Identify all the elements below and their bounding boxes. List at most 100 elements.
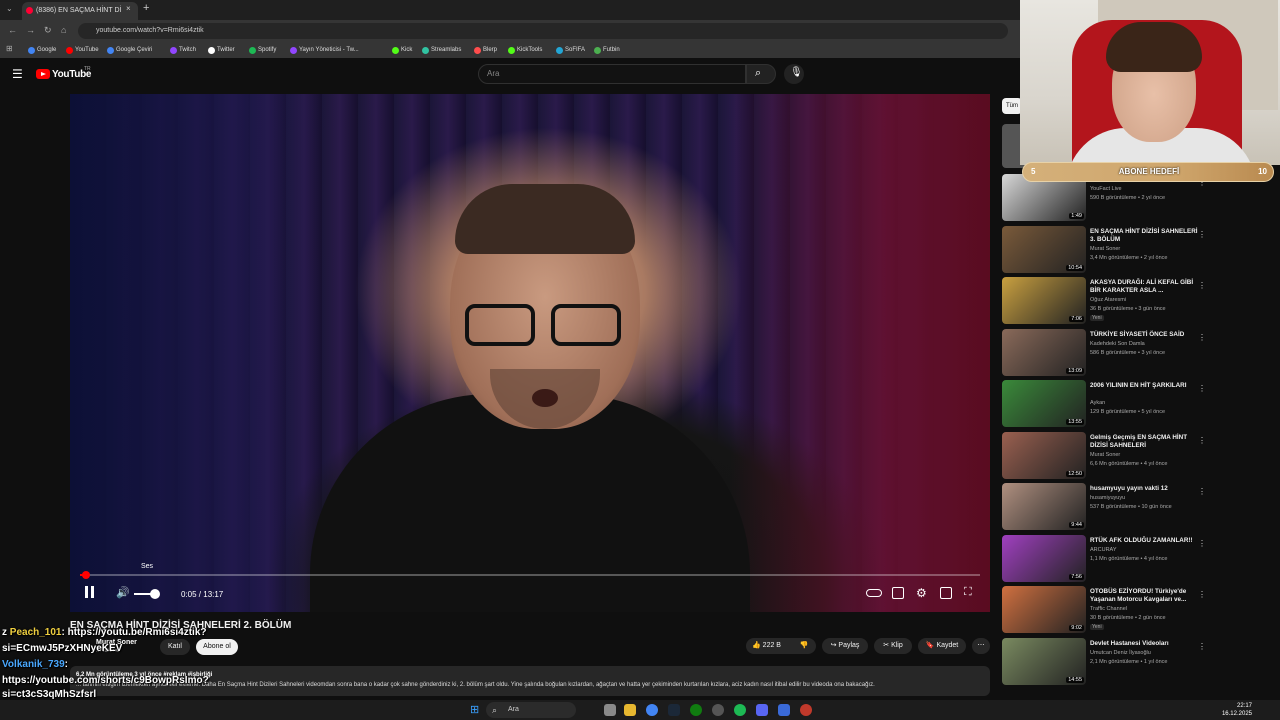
progress-bar[interactable]	[80, 571, 980, 579]
more-vert-icon[interactable]: ⋮	[1198, 230, 1206, 239]
youtube-logo-icon[interactable]	[36, 69, 50, 79]
apps-icon[interactable]: ⊞	[6, 44, 13, 53]
bookmark-item[interactable]: Google	[28, 45, 56, 55]
obs-icon[interactable]	[800, 704, 812, 716]
recommended-title[interactable]: husamyuyu yayın vakti 12	[1090, 485, 1200, 493]
settings-gear-icon[interactable]: ⚙	[916, 586, 927, 600]
video-thumbnail[interactable]: 9:02	[1002, 586, 1086, 633]
reload-icon[interactable]: ↻	[44, 25, 52, 36]
recommended-title[interactable]: AKASYA DURAĞI: ALİ KEFAL GİBİ BİR KARAKT…	[1090, 279, 1200, 295]
xbox-icon[interactable]	[690, 704, 702, 716]
forward-icon[interactable]: →	[26, 25, 35, 35]
recommended-title[interactable]: EN SAÇMA HİNT DİZİSİ SAHNELERİ 3. BÖLÜM	[1090, 228, 1200, 244]
subscribe-button[interactable]: Abone ol	[196, 639, 238, 655]
bookmark-item[interactable]: KickTools	[508, 45, 542, 55]
recommended-video[interactable]: 10:54 EN SAÇMA HİNT DİZİSİ SAHNELERİ 3. B…	[1002, 226, 1212, 276]
steam-icon[interactable]	[668, 704, 680, 716]
bookmark-item[interactable]: YouTube	[66, 45, 99, 55]
recommended-video[interactable]: 14:55 Devlet Hastanesi Videoları Umutcan D…	[1002, 638, 1212, 688]
recommended-video[interactable]: 9:02 OTOBÜS EZİYORDU! Türkiye'de Yaşanan …	[1002, 586, 1212, 636]
more-vert-icon[interactable]: ⋮	[1198, 384, 1206, 393]
dislike-button[interactable]: 👎	[792, 638, 816, 654]
recommended-channel[interactable]: Oğuz Ataresmi	[1090, 297, 1200, 303]
bookmark-item[interactable]: Twitter	[208, 45, 235, 55]
bookmark-item[interactable]: SoFIFA	[556, 45, 585, 55]
share-button[interactable]: ↪ Paylaş	[822, 638, 868, 654]
bookmark-item[interactable]: Blerp	[474, 45, 497, 55]
clip-button[interactable]: ✂ Klip	[874, 638, 912, 654]
pause-button[interactable]	[84, 586, 96, 600]
settings-app-icon[interactable]	[712, 704, 724, 716]
bookmark-item[interactable]: Streamlabs	[422, 45, 461, 55]
task-view-icon[interactable]	[604, 704, 616, 716]
recommended-channel[interactable]: Traffic Channel	[1090, 606, 1200, 612]
discord-icon[interactable]	[756, 704, 768, 716]
recommended-title[interactable]: 2006 YILININ EN HİT ŞARKILARI	[1090, 382, 1200, 390]
recommended-video[interactable]: 9:44 husamyuyu yayın vakti 12 husamiyuyuyu…	[1002, 483, 1212, 533]
recommended-video[interactable]: 13:09 TÜRKİYE SİYASETİ ÖNCE SAİD Kadehdeki…	[1002, 329, 1212, 379]
file-explorer-icon[interactable]	[624, 704, 636, 716]
video-thumbnail[interactable]: 10:54	[1002, 226, 1086, 273]
video-thumbnail[interactable]: 13:55	[1002, 380, 1086, 427]
join-button[interactable]: Katıl	[160, 639, 190, 655]
bookmark-item[interactable]: Futbin	[594, 45, 620, 55]
recommended-video[interactable]: 13:55 2006 YILININ EN HİT ŞARKILARI Aykan 1…	[1002, 380, 1212, 430]
subtitles-icon[interactable]	[892, 587, 904, 599]
windows-start-icon[interactable]: ⊞	[470, 703, 479, 716]
autoplay-toggle-icon[interactable]	[866, 589, 882, 597]
bookmark-item[interactable]: Twitch	[170, 45, 196, 55]
recommended-channel[interactable]: Umutcan Deniz İlyasoğlu	[1090, 650, 1200, 656]
video-thumbnail[interactable]: 12:50	[1002, 432, 1086, 479]
recommended-title[interactable]: TÜRKİYE SİYASETİ ÖNCE SAİD	[1090, 331, 1200, 339]
video-thumbnail[interactable]: 7:56	[1002, 535, 1086, 582]
bookmark-item[interactable]: Kick	[392, 45, 412, 55]
spotify-icon[interactable]	[734, 704, 746, 716]
chrome-icon[interactable]	[646, 704, 658, 716]
recommended-channel[interactable]: Murat Soner	[1090, 246, 1200, 252]
more-vert-icon[interactable]: ⋮	[1198, 642, 1206, 651]
browser-tab[interactable]: (8386) EN SAÇMA HİNT Dİ	[22, 2, 138, 20]
app-icon[interactable]	[778, 704, 790, 716]
recommended-channel[interactable]: YouFact Live	[1090, 186, 1200, 192]
search-button[interactable]: ⌕	[746, 64, 776, 84]
back-icon[interactable]: ←	[8, 25, 17, 35]
video-thumbnail[interactable]: 13:09	[1002, 329, 1086, 376]
recommended-channel[interactable]: ARCURAY	[1090, 547, 1200, 553]
more-vert-icon[interactable]: ⋮	[1198, 436, 1206, 445]
bookmark-item[interactable]: Yayın Yöneticisi - Tw...	[290, 45, 359, 55]
recommended-channel[interactable]: Kadehdeki Son Damla	[1090, 341, 1200, 347]
video-thumbnail[interactable]: 14:55	[1002, 638, 1086, 685]
search-input[interactable]: Ara	[478, 64, 746, 84]
system-clock[interactable]: 22:17 16.12.2025	[1222, 702, 1252, 718]
voice-search-button[interactable]: 🎙	[784, 64, 804, 84]
tab-close-icon[interactable]: ×	[126, 4, 131, 13]
more-actions-button[interactable]: ⋯	[972, 638, 990, 654]
video-thumbnail[interactable]: 9:44	[1002, 483, 1086, 530]
bookmark-item[interactable]: Google Çeviri	[107, 45, 152, 55]
tab-list-icon[interactable]: ⌄	[6, 4, 13, 13]
url-field[interactable]: youtube.com/watch?v=Rmi6si4ztik	[78, 23, 1008, 39]
volume-icon[interactable]: 🔊	[116, 586, 130, 599]
menu-icon[interactable]: ☰	[12, 67, 23, 81]
more-vert-icon[interactable]: ⋮	[1198, 333, 1206, 342]
more-vert-icon[interactable]: ⋮	[1198, 539, 1206, 548]
chip-all[interactable]: Tüm	[1002, 98, 1022, 114]
video-player[interactable]	[70, 94, 990, 612]
recommended-title[interactable]: Gelmiş Geçmiş EN SAÇMA HİNT DİZİSİ SAHNE…	[1090, 434, 1200, 450]
home-icon[interactable]: ⌂	[61, 25, 66, 35]
more-vert-icon[interactable]: ⋮	[1198, 590, 1206, 599]
recommended-title[interactable]: Devlet Hastanesi Videoları	[1090, 640, 1200, 648]
fullscreen-icon[interactable]: ⛶	[964, 586, 972, 599]
recommended-video[interactable]: 12:50 Gelmiş Geçmiş EN SAÇMA HİNT DİZİSİ …	[1002, 432, 1212, 482]
bookmark-item[interactable]: Spotify	[249, 45, 276, 55]
recommended-channel[interactable]: Murat Soner	[1090, 452, 1200, 458]
recommended-channel[interactable]: Aykan	[1090, 400, 1200, 406]
taskbar-search[interactable]: ⌕ Ara	[486, 702, 576, 718]
recommended-title[interactable]: OTOBÜS EZİYORDU! Türkiye'de Yaşanan Moto…	[1090, 588, 1200, 604]
miniplayer-icon[interactable]	[940, 587, 952, 599]
recommended-video[interactable]: 7:06 AKASYA DURAĞI: ALİ KEFAL GİBİ BİR KA…	[1002, 277, 1212, 327]
more-vert-icon[interactable]: ⋮	[1198, 487, 1206, 496]
save-button[interactable]: 🔖 Kaydet	[918, 638, 966, 654]
more-vert-icon[interactable]: ⋮	[1198, 281, 1206, 290]
recommended-video[interactable]: 7:56 RTÜK AFK OLDUĞU ZAMANLAR!! ARCURAY 1,1…	[1002, 535, 1212, 585]
